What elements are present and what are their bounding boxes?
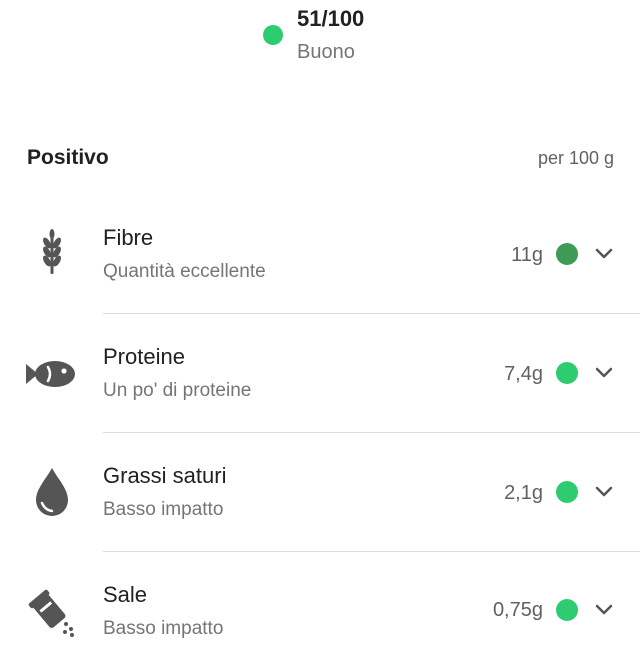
section-unit: per 100 g [537,148,614,168]
score-status-dot [263,25,283,45]
level-dot [556,362,578,384]
chevron-down-icon[interactable] [592,480,616,504]
nutrient-description: Quantità eccellente [103,261,266,282]
nutrient-amount: 0,75g [492,599,543,621]
nutrient-row-sale[interactable]: Sale Basso impatto 0,75g [0,552,640,671]
nutrient-row-proteine[interactable]: Proteine Un po' di proteine 7,4g [0,314,640,433]
nutrient-name: Proteine [103,344,185,369]
nutrient-description: Un po' di proteine [103,380,252,401]
chevron-down-icon[interactable] [592,242,616,266]
nutrient-row-fibre[interactable]: Fibre Quantità eccellente 11g [0,195,640,314]
nutrient-amount: 11g [511,244,543,266]
level-dot [556,481,578,503]
score-label: Buono [297,41,355,63]
nutrient-amount: 7,4g [504,363,543,385]
score-value: 51/100 [297,6,365,31]
nutrient-name: Grassi saturi [103,463,227,488]
salt-shaker-icon [24,582,80,638]
chevron-down-icon[interactable] [592,598,616,622]
nutrient-amount: 2,1g [504,482,543,504]
chevron-down-icon[interactable] [592,361,616,385]
score-header: 51/100 Buono [0,0,640,80]
level-dot [556,599,578,621]
wheat-icon [24,223,80,279]
drop-icon [24,463,80,519]
fish-icon [24,347,80,403]
section-header: Positivo per 100 g [0,138,640,178]
nutrient-description: Basso impatto [103,499,224,520]
nutrient-row-grassi-saturi[interactable]: Grassi saturi Basso impatto 2,1g [0,433,640,552]
level-dot [556,243,578,265]
section-title: Positivo [27,146,109,169]
nutrient-description: Basso impatto [103,618,224,639]
nutrient-name: Sale [103,582,148,607]
nutrient-name: Fibre [103,225,154,250]
